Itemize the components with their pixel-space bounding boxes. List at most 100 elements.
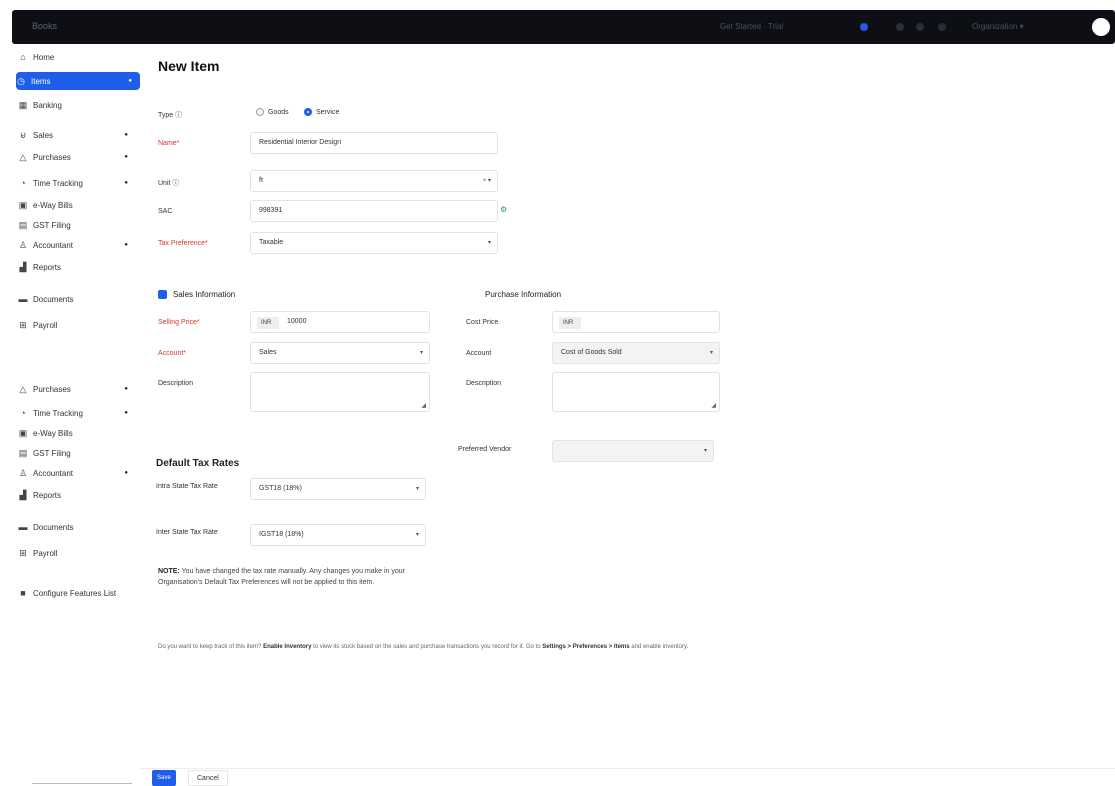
gear-icon[interactable] <box>916 23 924 31</box>
tax-rate-note: NOTE: You have changed the tax rate manu… <box>158 566 428 588</box>
sidebar-item-e-way-bills[interactable]: ▣ e-Way Bills <box>18 424 136 442</box>
unit-value: ft <box>259 177 263 184</box>
inventory-note-pre: Do you want to keep track of this item? <box>158 644 262 650</box>
name-label: Name* <box>158 140 180 147</box>
save-button[interactable]: Save <box>152 770 176 786</box>
resize-grip-icon[interactable]: ◢ <box>711 402 716 409</box>
inter-state-tax-label: Inter State Tax Rate <box>156 529 218 536</box>
sidebar-item-label: Purchases <box>33 152 71 162</box>
unit-label: Unit ⓘ <box>158 180 180 187</box>
sidebar-item-e-way-bills[interactable]: ▣ e-Way Bills <box>18 196 136 214</box>
type-label: Type ⓘ <box>158 112 183 119</box>
preferred-vendor-select[interactable]: ▾ <box>552 440 714 462</box>
preferred-vendor-label: Preferred Vendor <box>458 446 512 453</box>
intra-state-tax-select[interactable]: GST18 (18%) ▾ <box>250 478 426 500</box>
sales-account-value: Sales <box>259 349 277 356</box>
enable-inventory-link[interactable]: Enable Inventory <box>263 644 311 650</box>
inter-state-tax-select[interactable]: IGST18 (18%) ▾ <box>250 524 426 546</box>
note-prefix: NOTE: <box>158 568 180 575</box>
note-text: You have changed the tax rate manually. … <box>158 568 405 586</box>
sac-input[interactable]: 998391 <box>250 200 498 222</box>
sales-account-select[interactable]: Sales ▾ <box>250 342 430 364</box>
sidebar-item-documents[interactable]: ▬ Documents <box>18 290 136 308</box>
get-started-link[interactable]: Get Started · Trial <box>720 22 783 31</box>
expand-indicator-icon[interactable]: ● <box>128 78 132 84</box>
sidebar-item-payroll[interactable]: ⊞ Payroll <box>18 544 136 562</box>
type-service-radio[interactable]: Service <box>304 108 339 116</box>
chevron-down-icon: × ▾ <box>482 178 491 184</box>
sidebar-collapse-handle[interactable] <box>32 783 132 784</box>
sidebar-item-reports[interactable]: ▟ Reports <box>18 486 136 504</box>
sidebar: ⌂ Home ◷ Items ● ▦ Banking ⊌ Sales ● △ Purchases ● ◔ T… <box>12 48 140 785</box>
sidebar-item-time-tracking[interactable]: ◔ Time Tracking ● <box>18 404 136 422</box>
sidebar-item-label: Home <box>33 52 55 62</box>
selling-price-input[interactable]: INR 10000 <box>250 311 430 333</box>
expand-indicator-icon[interactable]: ● <box>124 470 128 476</box>
tag-icon: ◷ <box>17 75 25 86</box>
sidebar-item-accountant[interactable]: ♙ Accountant ● <box>18 236 136 254</box>
expand-indicator-icon[interactable]: ● <box>124 154 128 160</box>
sidebar-item-label: Items <box>31 76 51 86</box>
notification-dot-icon[interactable] <box>860 23 868 31</box>
type-service-label: Service <box>316 108 340 116</box>
cost-price-input[interactable]: INR <box>552 311 720 333</box>
sidebar-item-label: Time Tracking <box>33 408 83 418</box>
sidebar-item-sales[interactable]: ⊌ Sales ● <box>18 126 136 144</box>
clock-icon: ◔ <box>20 408 26 418</box>
inventory-note: Do you want to keep track of this item? … <box>158 644 978 650</box>
expand-indicator-icon[interactable]: ● <box>124 132 128 138</box>
bank-icon: ▦ <box>18 99 28 110</box>
sidebar-item-reports[interactable]: ▟ Reports <box>18 258 136 276</box>
sidebar-item-accountant[interactable]: ♙ Accountant ● <box>18 464 136 482</box>
sidebar-item-label: Accountant <box>33 240 74 250</box>
main-content: New Item Type ⓘ Goods Service Name* Resi… <box>140 48 1115 786</box>
settings-preferences-link[interactable]: Settings > Preferences > Items <box>542 644 629 650</box>
expand-indicator-icon[interactable]: ● <box>124 242 128 248</box>
sidebar-item-purchases[interactable]: △ Purchases ● <box>18 380 136 398</box>
sidebar-item-label: e-Way Bills <box>33 200 73 210</box>
sidebar-item-label: GST Filing <box>33 220 71 230</box>
tax-preference-select[interactable]: Taxable ▾ <box>250 232 498 254</box>
sidebar-item-documents[interactable]: ▬ Documents <box>18 518 136 536</box>
sidebar-item-configure-features-list[interactable]: ■ Configure Features List <box>18 584 136 602</box>
organization-switcher[interactable]: Organization ▾ <box>972 22 1024 31</box>
chart-icon: ▟ <box>19 261 27 272</box>
type-goods-radio[interactable]: Goods <box>256 108 289 116</box>
sidebar-item-gst-filing[interactable]: ▤ GST Filing <box>18 216 136 234</box>
radio-off-icon <box>256 108 264 116</box>
cancel-button[interactable]: Cancel <box>188 770 228 786</box>
purchase-account-select[interactable]: Cost of Goods Sold ▾ <box>552 342 720 364</box>
radio-on-icon <box>304 108 312 116</box>
truck-icon: ▣ <box>18 199 28 210</box>
sidebar-item-label: Payroll <box>33 320 58 330</box>
resize-grip-icon[interactable]: ◢ <box>421 402 426 409</box>
app-brand[interactable]: Books <box>32 21 57 31</box>
sales-description-textarea[interactable]: ◢ <box>250 372 430 412</box>
file-icon: ▤ <box>18 219 28 230</box>
apps-grid-icon[interactable] <box>938 23 946 31</box>
checkbox-unchecked-icon <box>470 290 479 299</box>
sidebar-item-time-tracking[interactable]: ◔ Time Tracking ● <box>18 174 136 192</box>
sac-search-icon[interactable]: ⚙ <box>500 205 507 214</box>
folder-icon: ▬ <box>18 294 28 304</box>
avatar[interactable] <box>1092 18 1110 36</box>
expand-indicator-icon[interactable]: ● <box>124 410 128 416</box>
clock-icon: ◔ <box>20 178 26 188</box>
sales-description-label: Description <box>158 380 194 387</box>
purchase-description-textarea[interactable]: ◢ <box>552 372 720 412</box>
selling-price-label: Selling Price* <box>158 319 200 326</box>
sidebar-item-payroll[interactable]: ⊞ Payroll <box>18 316 136 334</box>
sidebar-item-gst-filing[interactable]: ▤ GST Filing <box>18 444 136 462</box>
bell-icon[interactable] <box>896 23 904 31</box>
sidebar-item-home[interactable]: ⌂ Home <box>18 48 136 66</box>
sidebar-item-label: Reports <box>33 262 62 272</box>
purchase-information-toggle[interactable]: Purchase Information <box>470 290 561 299</box>
expand-indicator-icon[interactable]: ● <box>124 386 128 392</box>
unit-select[interactable]: ft × ▾ <box>250 170 498 192</box>
sidebar-item-purchases[interactable]: △ Purchases ● <box>18 148 136 166</box>
sidebar-item-items[interactable]: ◷ Items ● <box>16 72 140 90</box>
name-input[interactable]: Residential Interior Design <box>250 132 498 154</box>
expand-indicator-icon[interactable]: ● <box>124 180 128 186</box>
sidebar-item-banking[interactable]: ▦ Banking <box>18 96 136 114</box>
sales-information-toggle[interactable]: Sales Information <box>158 290 235 299</box>
